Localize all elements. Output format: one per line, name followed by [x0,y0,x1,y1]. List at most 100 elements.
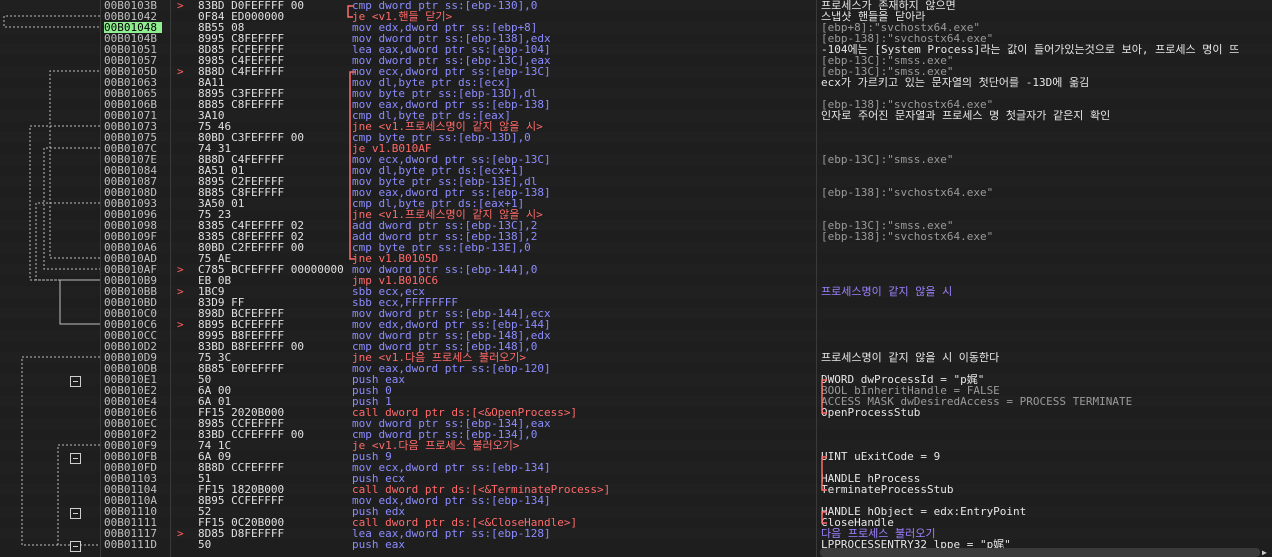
disasm-row[interactable]: 00B01103 51 push ecx HANDLE hProcess [0,473,1272,484]
disasm-row[interactable]: 00B010FB 6A 09 push 9 UINT uExitCode = 9 [0,451,1272,462]
disasm-row[interactable]: 00B010E6 FF15 2020B000 call dword ptr ds:[… [0,407,1272,418]
disasm-row[interactable]: 00B01110 52 push edx HANDLE hObject = edx:E… [0,506,1272,517]
disasm-row[interactable]: 00B01057 8985 C4FEFFFF mov dword ptr ss:[e… [0,55,1272,66]
jump-target-marker [177,143,189,154]
disasm-row[interactable]: 00B010C0 898D BCFEFFFF mov dword ptr ss:[e… [0,308,1272,319]
disasm-row[interactable]: 00B0108D 8B85 C8FEFFFF mov eax,dword ptr s… [0,187,1272,198]
jump-target-marker [177,231,189,242]
disasm-row[interactable]: 00B01087 8895 C2FEFFFF mov byte ptr ss:[eb… [0,176,1272,187]
address-cell: 00B01071 [104,110,157,121]
disasm-row[interactable]: 00B01042 0F84 ED000000 je <v1.핸들 닫기> 스냅샷 핸들… [0,11,1272,22]
opcode-bytes-cell: 75 AE [198,253,232,264]
disasm-row[interactable]: 00B010F2 83BD CCFEFFFF 00 cmp dword ptr ss… [0,429,1272,440]
disasm-row[interactable]: 00B010E4 6A 01 push 1 ACCESS_MASK dwDesired… [0,396,1272,407]
address-cell: 00B010AD [104,253,157,264]
comment-cell: ACCESS_MASK dwDesiredAccess = PROCESS_TE… [821,396,1133,407]
disasm-row[interactable]: 00B0105D >8B8D C4FEFFFF mov ecx,dword ptr … [0,66,1272,77]
instruction-cell: call dword ptr ds:[<&CloseHandle>] [352,517,578,528]
disasm-row[interactable]: 00B010EC 8985 CCFEFFFF mov dword ptr ss:[e… [0,418,1272,429]
disasm-row[interactable]: 00B01051 8D85 FCFEFFFF lea eax,dword ptr s… [0,44,1272,55]
disasm-row[interactable]: 00B0107C 74 31 je v1.B010AF [0,143,1272,154]
instruction-cell: cmp dword ptr ss:[ebp-134],0 [352,429,538,440]
disasm-row[interactable]: 00B0106B 8B85 C8FEFFFF mov eax,dword ptr s… [0,99,1272,110]
opcode-bytes-cell: 83BD B8FEFFFF 00 [198,341,304,352]
disassembly-view[interactable]: 00B0103B >83BD D0FEFFFF 00 cmp dword ptr s… [0,0,1272,557]
instruction-cell: sbb ecx,FFFFFFFF [352,297,458,308]
disasm-row[interactable]: 00B010D9 75 3C jne <v1.다음 프로세스 불러오기> 프로세스명이… [0,352,1272,363]
jump-target-marker [177,88,189,99]
disasm-row[interactable]: 00B010FD 8B8D CCFEFFFF mov ecx,dword ptr s… [0,462,1272,473]
jump-arrows-gutter [0,0,100,557]
disasm-row[interactable]: 00B010E2 6A 00 push 0 BOOL bInheritHandle =… [0,385,1272,396]
collapse-icon[interactable] [70,541,81,552]
disasm-row[interactable]: 00B010C6 >8B95 BCFEFFFF mov edx,dword ptr … [0,319,1272,330]
disasm-row[interactable]: 00B01117 >8D85 D8FEFFFF lea eax,dword ptr … [0,528,1272,539]
jump-target-marker [177,253,189,264]
comment-cell [821,363,1272,374]
address-cell: 00B010B9 [104,275,157,286]
jump-target-marker [177,132,189,143]
instruction-cell: add dword ptr ss:[ebp-138],2 [352,231,538,242]
opcode-bytes-cell: 8995 C8FEFFFF [198,33,285,44]
disasm-row[interactable]: 00B01063 8A11 mov dl,byte ptr ds:[ecx] ecx가… [0,77,1272,88]
disasm-row[interactable]: 00B01084 8A51 01 mov dl,byte ptr ds:[ecx+1… [0,165,1272,176]
disasm-row[interactable]: 00B010CC 8995 B8FEFFFF mov dword ptr ss:[e… [0,330,1272,341]
disasm-row[interactable]: 00B0103B >83BD D0FEFFFF 00 cmp dword ptr s… [0,0,1272,11]
disasm-row[interactable]: 00B010BD 83D9 FF sbb ecx,FFFFFFFF [0,297,1272,308]
instruction-cell: call dword ptr ds:[<&OpenProcess>] [352,407,578,418]
disasm-row[interactable]: 00B010F9 74 1C je <v1.다음 프로세스 불러오기> [0,440,1272,451]
opcode-bytes-cell: 8D85 D8FEFFFF [198,528,285,539]
jump-target-marker [177,539,189,550]
disasm-row[interactable]: 00B010B9 EB 0B jmp v1.B010C6 [0,275,1272,286]
address-cell: 00B0103B [104,0,157,11]
jump-arrow [21,356,100,546]
disasm-row[interactable]: 00B010BB >1BC9 sbb ecx,ecx 프로세스명이 같지 않을 시 [0,286,1272,297]
disasm-row[interactable]: 00B01096 75 23 jne <v1.프로세스명이 같지 않을 시> [0,209,1272,220]
comment-cell: DWORD dwProcessId = "p娓" [821,374,985,385]
instruction-cell: jne <v1.다음 프로세스 불러오기> [352,352,527,363]
disasm-row[interactable]: 00B01075 80BD C3FEFFFF 00 cmp byte ptr ss:… [0,132,1272,143]
instruction-cell: cmp byte ptr ss:[ebp-13E],0 [352,242,531,253]
instruction-cell: mov eax,dword ptr ss:[ebp-138] [352,99,551,110]
disasm-row[interactable]: 00B01098 8385 C4FEFFFF 02 add dword ptr ss… [0,220,1272,231]
jump-target-marker [177,297,189,308]
opcode-bytes-cell: 8B8D C4FEFFFF [198,66,285,77]
disasm-row[interactable]: 00B01071 3A10 cmp dl,byte ptr ds:[eax] 인자로 … [0,110,1272,121]
collapse-icon[interactable] [70,453,81,464]
opcode-bytes-cell: C785 BCFEFFFF 00000000 [198,264,343,275]
horizontal-scrollbar[interactable] [820,548,1260,557]
disasm-row[interactable]: 00B01104 FF15 1820B000 call dword ptr ds:[… [0,484,1272,495]
address-cell: 00B010D9 [104,352,157,363]
disasm-row[interactable]: 00B010AD 75 AE jne v1.B0105D [0,253,1272,264]
address-cell: 00B01051 [104,44,157,55]
instruction-cell: lea eax,dword ptr ss:[ebp-104] [352,44,551,55]
collapse-icon[interactable] [70,376,81,387]
disasm-row[interactable]: 00B010A6 80BD C2FEFFFF 00 cmp byte ptr ss:… [0,242,1272,253]
jump-target-marker [177,363,189,374]
disasm-row[interactable]: 00B010AF > C785 BCFEFFFF 00000000 mov dword… [0,264,1272,275]
disasm-row[interactable]: 00B0110A 8B95 CCFEFFFF mov edx,dword ptr s… [0,495,1272,506]
disasm-row[interactable]: 00B01065 8895 C3FEFFFF mov byte ptr ss:[eb… [0,88,1272,99]
disasm-row[interactable]: 00B0109F 8385 C8FEFFFF 02 add dword ptr ss… [0,231,1272,242]
collapse-icon[interactable] [70,508,81,519]
opcode-bytes-cell: 83BD CCFEFFFF 00 [198,429,304,440]
jump-target-marker [177,220,189,231]
comment-cell [821,275,1272,286]
comment-cell: 인자로 주어진 문자열과 프로세스 명 첫글자가 같은지 확인 [821,110,1111,121]
disasm-row[interactable]: 00B010E1 50 push eax DWORD dwProcessId = "p… [0,374,1272,385]
opcode-bytes-cell: FF15 0C20B000 [198,517,285,528]
address-cell: 00B01042 [104,11,157,22]
disasm-row[interactable]: 00B01048 8B55 08 mov edx,dword ptr ss:[ebp… [0,22,1272,33]
disasm-row[interactable]: 00B01093 3A50 01 cmp dl,byte ptr ds:[eax+1… [0,198,1272,209]
address-cell: 00B01084 [104,165,157,176]
instruction-cell: mov dword ptr ss:[ebp-144],0 [352,264,538,275]
comment-cell [821,264,1272,275]
comment-cell [821,440,1272,451]
disasm-row[interactable]: 00B0107E 8B8D C4FEFFFF mov ecx,dword ptr s… [0,154,1272,165]
disasm-row[interactable]: 00B010D2 83BD B8FEFFFF 00 cmp dword ptr ss… [0,341,1272,352]
disasm-row[interactable]: 00B01111 FF15 0C20B000 call dword ptr ds:[… [0,517,1272,528]
disasm-row[interactable]: 00B0104B 8995 C8FEFFFF mov dword ptr ss:[e… [0,33,1272,44]
scroll-right-icon[interactable]: ▶ [1262,548,1272,557]
disasm-row[interactable]: 00B010DB 8B85 E0FEFFFF mov eax,dword ptr s… [0,363,1272,374]
disasm-row[interactable]: 00B01073 75 46 jne <v1.프로세스명이 같지 않을 시> [0,121,1272,132]
